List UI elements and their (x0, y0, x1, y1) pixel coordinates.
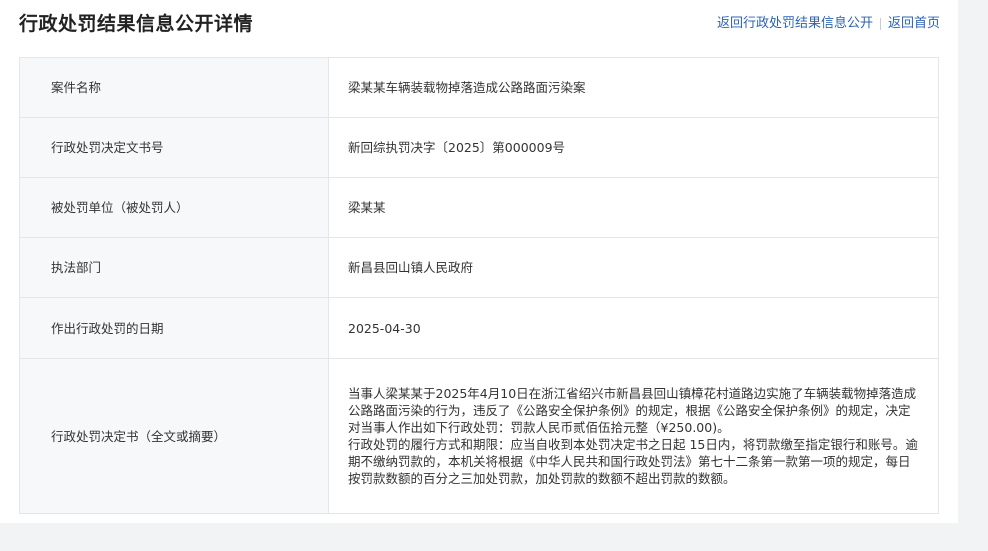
table-row-penalty-date: 作出行政处罚的日期 2025-04-30 (19, 297, 939, 359)
row-label: 行政处罚决定文书号 (19, 117, 329, 178)
row-label: 案件名称 (19, 57, 329, 118)
decision-summary: 当事人梁某某于2025年4月10日在浙江省绍兴市新昌县回山镇樟花村道路边实施了车… (328, 358, 939, 514)
row-label: 被处罚单位（被处罚人） (19, 177, 329, 238)
table-row-penalized-party: 被处罚单位（被处罚人） 梁某某 (19, 177, 939, 238)
table-row-enforcement-dept: 执法部门 新昌县回山镇人民政府 (19, 237, 939, 298)
row-value: 梁某某车辆装载物掉落造成公路路面污染案 (328, 57, 939, 118)
penalty-info-table: 案件名称 梁某某车辆装载物掉落造成公路路面污染案 行政处罚决定文书号 新回综执罚… (19, 57, 939, 514)
page-title: 行政处罚结果信息公开详情 (19, 13, 254, 35)
summary-paragraph: 当事人梁某某于2025年4月10日在浙江省绍兴市新昌县回山镇樟花村道路边实施了车… (348, 386, 917, 435)
page-container: 行政处罚结果信息公开详情 返回行政处罚结果信息公开 返回首页 案件名称 梁某某车… (0, 0, 958, 523)
row-value: 梁某某 (328, 177, 939, 238)
row-label: 执法部门 (19, 237, 329, 298)
table-row-case-name: 案件名称 梁某某车辆装载物掉落造成公路路面污染案 (19, 57, 939, 118)
table-row-decision-summary: 行政处罚决定书（全文或摘要） 当事人梁某某于2025年4月10日在浙江省绍兴市新… (19, 358, 939, 514)
table-row-document-number: 行政处罚决定文书号 新回综执罚决字〔2025〕第000009号 (19, 117, 939, 178)
row-value: 2025-04-30 (328, 297, 939, 359)
header-links: 返回行政处罚结果信息公开 返回首页 (717, 15, 940, 33)
link-divider (879, 18, 881, 30)
row-label: 作出行政处罚的日期 (19, 297, 329, 359)
back-to-home-link[interactable]: 返回首页 (888, 15, 940, 33)
row-value: 新回综执罚决字〔2025〕第000009号 (328, 117, 939, 178)
row-value: 新昌县回山镇人民政府 (328, 237, 939, 298)
back-to-list-link[interactable]: 返回行政处罚结果信息公开 (717, 15, 873, 33)
row-label: 行政处罚决定书（全文或摘要） (19, 358, 329, 514)
summary-paragraph: 行政处罚的履行方式和期限：应当自收到本处罚决定书之日起 15日内，将罚款缴至指定… (348, 437, 918, 486)
page-header: 行政处罚结果信息公开详情 返回行政处罚结果信息公开 返回首页 (0, 0, 958, 50)
